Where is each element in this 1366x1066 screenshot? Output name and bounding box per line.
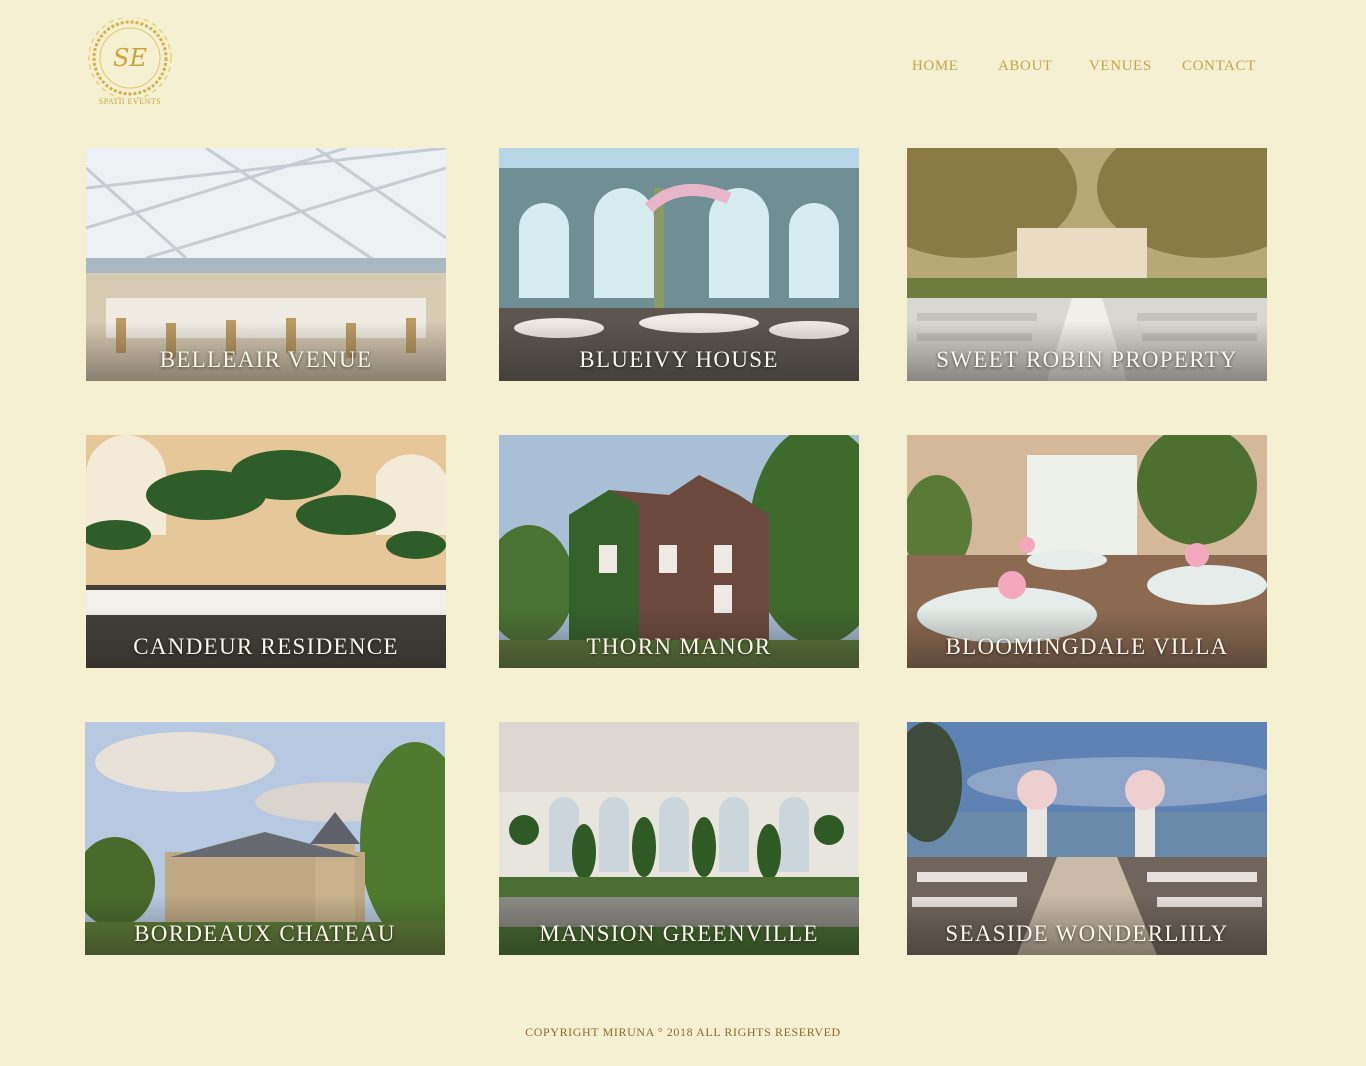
venue-title: SWEET ROBIN PROPERTY (936, 347, 1238, 372)
venue-title: MANSION GREENVILLE (539, 921, 819, 946)
venue-title: BLUEIVY HOUSE (579, 347, 779, 372)
nav-contact[interactable]: CONTACT (1182, 58, 1256, 75)
nav-about[interactable]: ABOUT (998, 58, 1053, 75)
venue-card-belleair[interactable]: BELLEAIR VENUE (86, 148, 446, 381)
laurel-wreath-icon: SE (88, 18, 172, 98)
venue-card-sweet-robin[interactable]: SWEET ROBIN PROPERTY (907, 148, 1267, 381)
nav-venues[interactable]: VENUES (1089, 58, 1152, 75)
venue-card-thorn-manor[interactable]: THORN MANOR (499, 435, 859, 668)
venue-card-seaside[interactable]: SEASIDE WONDERLIILY (907, 722, 1267, 955)
brand-caption: SPATII EVENTS (98, 97, 162, 106)
venue-card-greenville[interactable]: MANSION GREENVILLE (499, 722, 859, 955)
venue-title: BELLEAIR VENUE (159, 347, 373, 372)
venue-title: CANDEUR RESIDENCE (133, 634, 399, 659)
venue-title: BORDEAUX CHATEAU (134, 921, 396, 946)
venue-card-bloomingdale[interactable]: BLOOMINGDALE VILLA (907, 435, 1267, 668)
venue-title: THORN MANOR (586, 634, 772, 659)
venue-card-candeur[interactable]: CANDEUR RESIDENCE (86, 435, 446, 668)
venue-title: SEASIDE WONDERLIILY (945, 921, 1229, 946)
venue-card-blueivy[interactable]: BLUEIVY HOUSE (499, 148, 859, 381)
copyright-footer: Copyright Miruna ° 2018 All rights reser… (525, 1025, 841, 1039)
brand-logo[interactable]: SE SPATII EVENTS (84, 18, 176, 110)
venue-card-bordeaux[interactable]: BORDEAUX CHATEAU (85, 722, 445, 955)
venue-title: BLOOMINGDALE VILLA (945, 634, 1229, 659)
brand-monogram: SE (113, 44, 147, 72)
nav-home[interactable]: HOME (912, 58, 959, 75)
